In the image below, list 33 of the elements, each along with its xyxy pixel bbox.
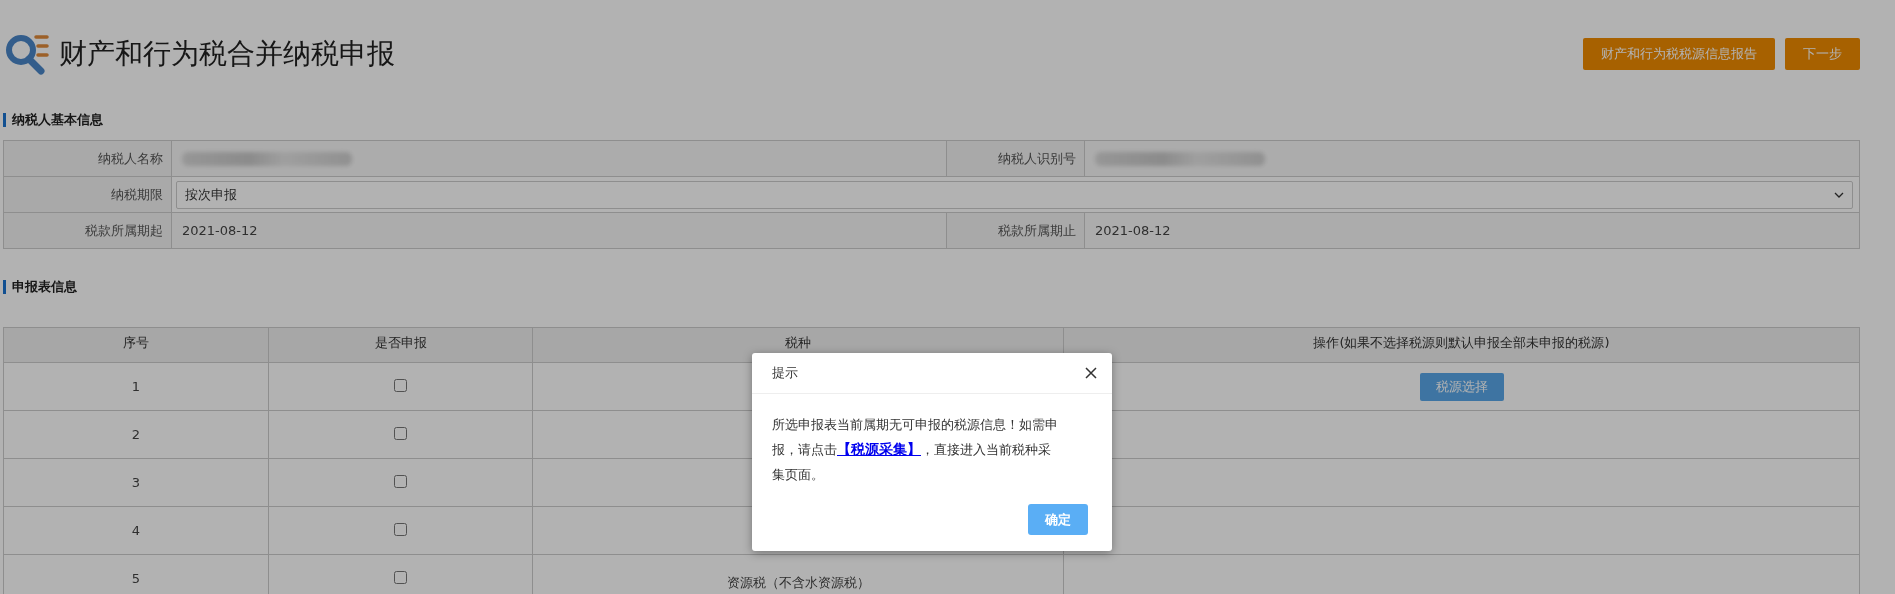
section-heading: 申报表信息 bbox=[12, 278, 77, 296]
table-cell: 3 bbox=[3, 458, 269, 507]
column-header: 操作(如果不选择税源则默认申报全部未申报的税源) bbox=[1063, 327, 1860, 363]
table-cell: 4 bbox=[3, 506, 269, 555]
confirm-button[interactable]: 确定 bbox=[1028, 504, 1088, 535]
field-label: 纳税期限 bbox=[111, 185, 163, 204]
tax-source-link[interactable]: 【税源采集】 bbox=[837, 441, 921, 457]
field-label: 纳税人名称 bbox=[98, 149, 163, 168]
declare-checkbox[interactable] bbox=[394, 474, 407, 488]
chevron-down-icon bbox=[1834, 191, 1844, 198]
page-title: 财产和行为税合并纳税申报 bbox=[59, 36, 396, 72]
header-button[interactable]: 财产和行为税税源信息报告 bbox=[1583, 38, 1775, 70]
table-cell: 5 bbox=[3, 554, 269, 594]
column-header: 是否申报 bbox=[268, 327, 533, 363]
dialog-message: 所选申报表当前属期无可申报的税源信息！如需申报，请点击【税源采集】，直接进入当前税种采集页面。 bbox=[772, 416, 1059, 484]
section-heading: 纳税人基本信息 bbox=[12, 111, 103, 129]
declare-checkbox[interactable] bbox=[394, 378, 407, 392]
close-icon[interactable] bbox=[1084, 366, 1098, 380]
field-value: 2021-08-12 bbox=[182, 223, 258, 238]
column-header: 序号 bbox=[3, 327, 269, 363]
dialog-title: 提示 bbox=[772, 364, 798, 382]
declare-checkbox[interactable] bbox=[394, 426, 407, 440]
header-button[interactable]: 下一步 bbox=[1785, 38, 1860, 70]
field-value: 2021-08-12 bbox=[1095, 223, 1171, 238]
table-cell: 2 bbox=[3, 410, 269, 459]
period-select[interactable]: 按次申报 bbox=[176, 180, 1853, 209]
declare-checkbox[interactable] bbox=[394, 570, 407, 584]
declare-checkbox[interactable] bbox=[394, 522, 407, 536]
field-label: 税款所属期止 bbox=[998, 221, 1076, 240]
tax-source-button[interactable]: 税源选择 bbox=[1419, 372, 1504, 401]
table-cell: 1 bbox=[3, 362, 269, 411]
field-label: 纳税人识别号 bbox=[998, 149, 1076, 168]
field-label: 税款所属期起 bbox=[85, 221, 163, 240]
